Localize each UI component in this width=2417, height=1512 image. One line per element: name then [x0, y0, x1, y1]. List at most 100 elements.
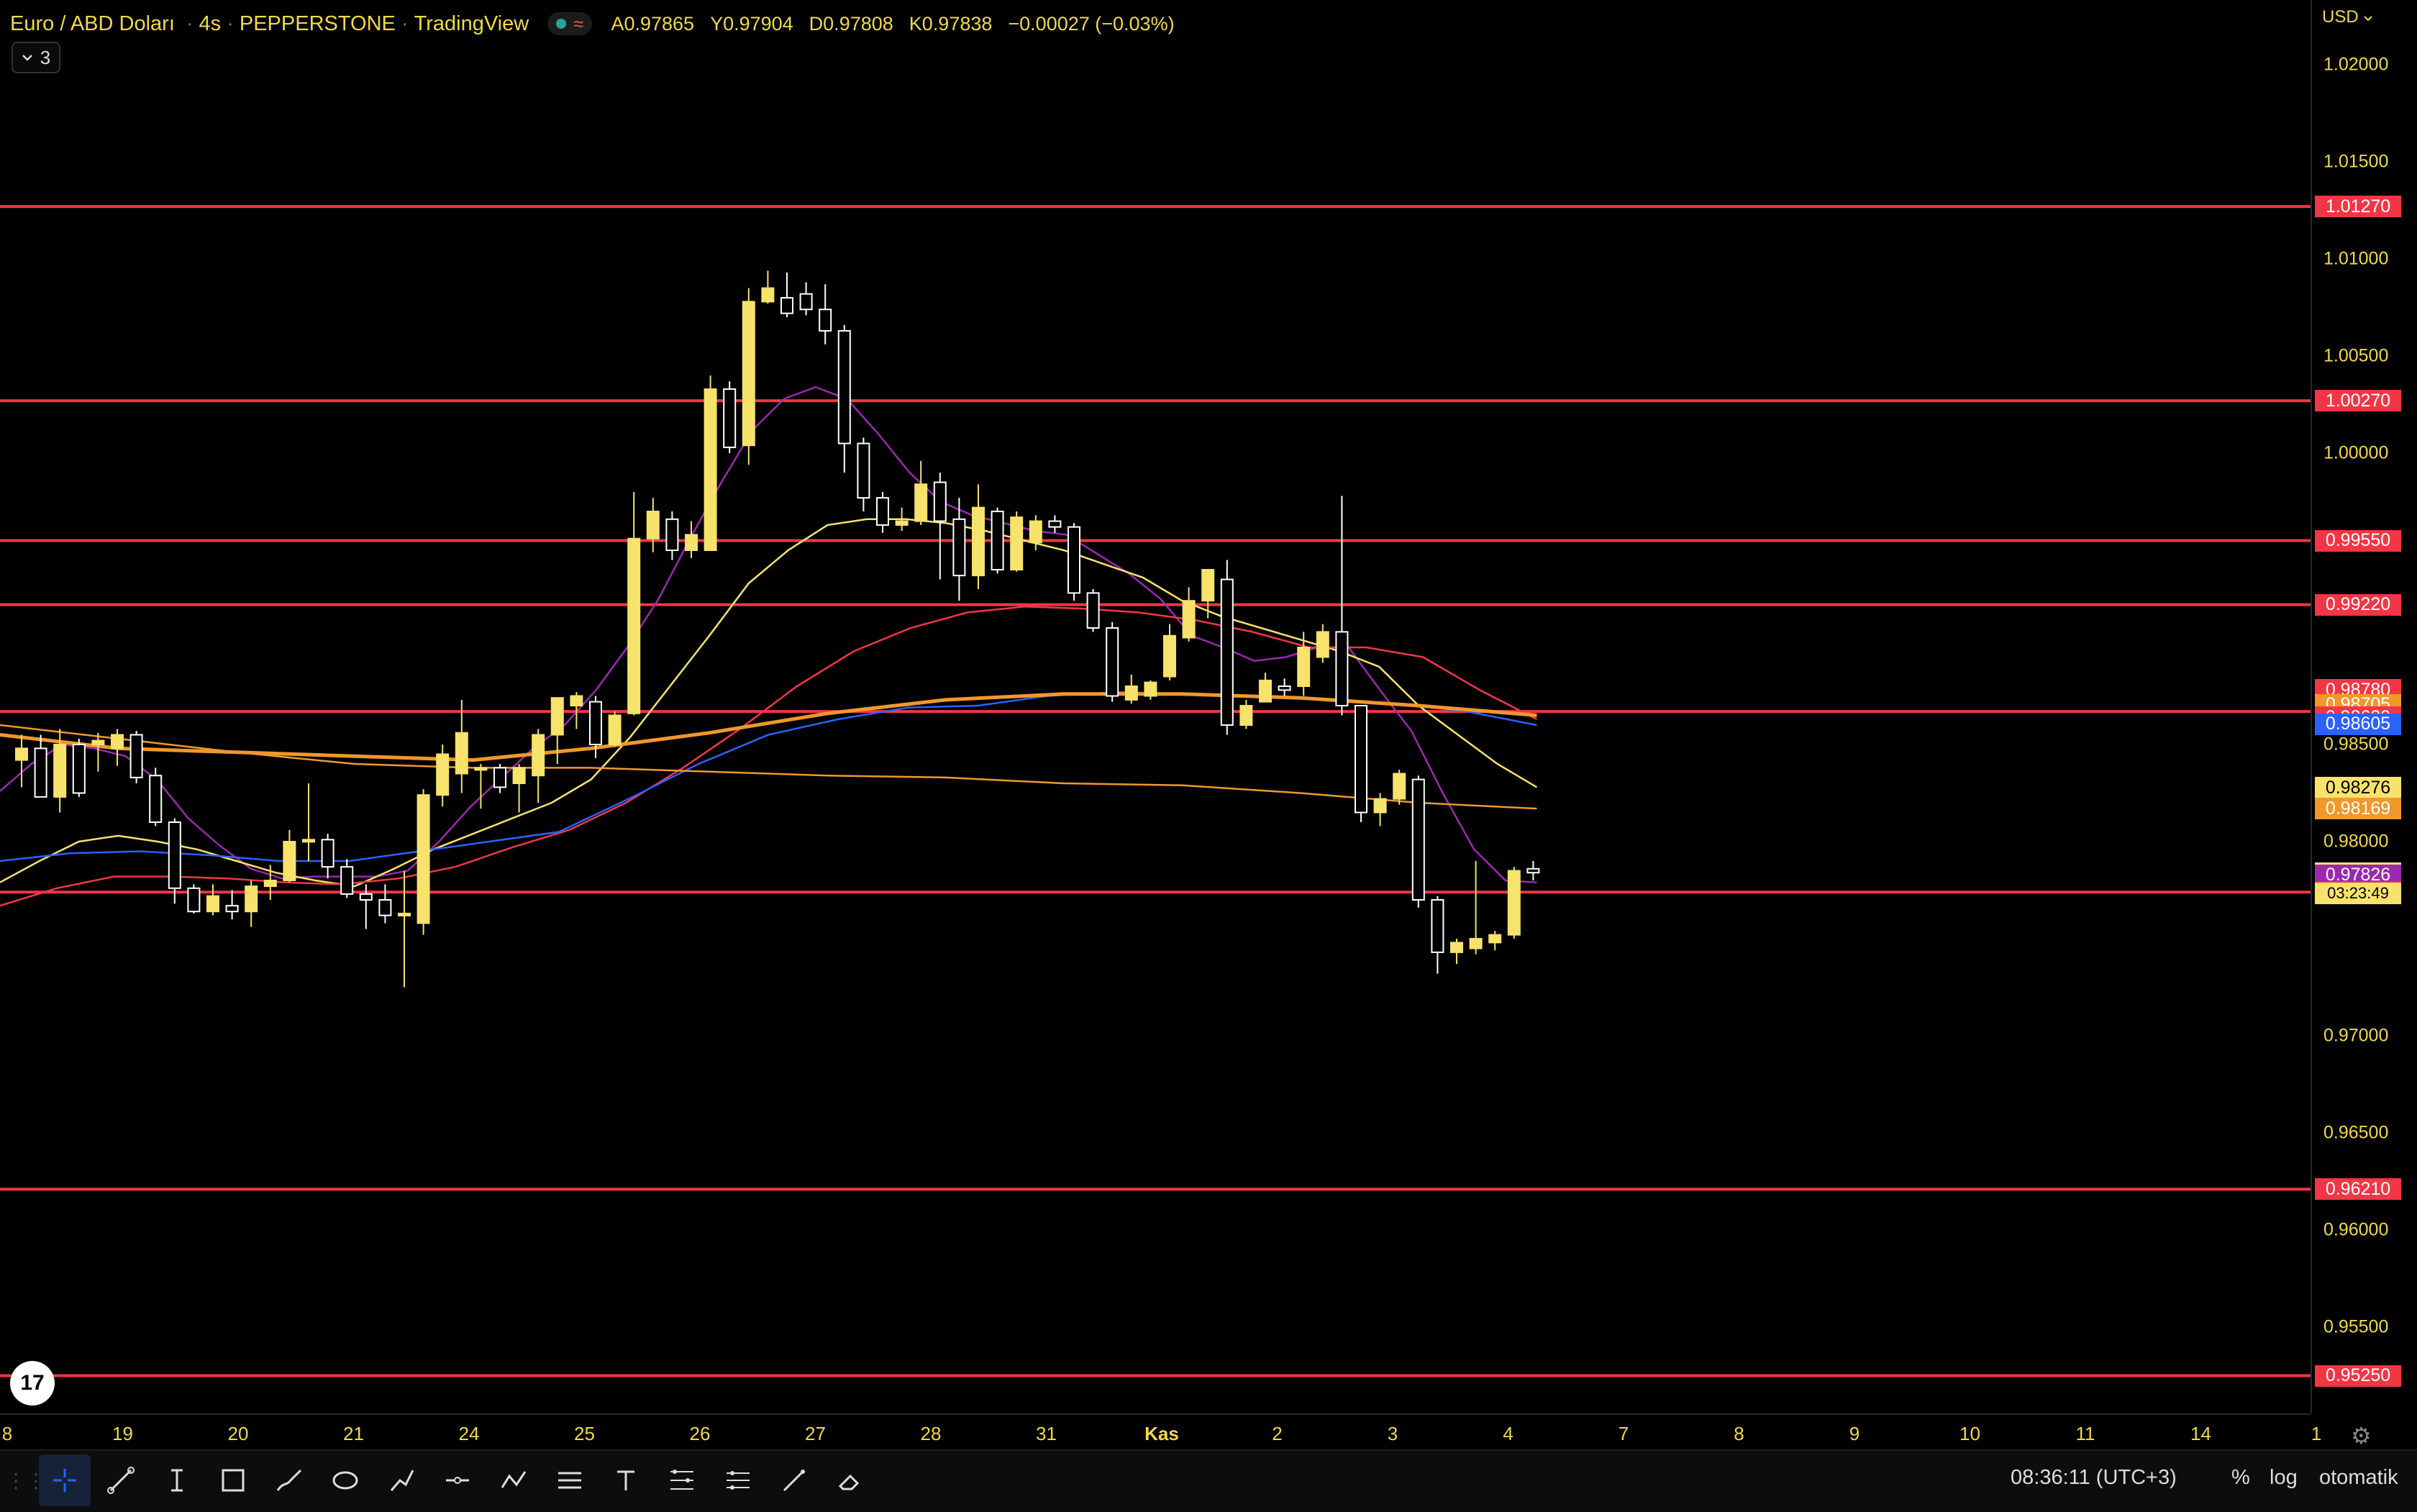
text-cursor-icon: [171, 1469, 183, 1492]
time-tick: 2: [1272, 1423, 1283, 1444]
polyline-tool[interactable]: [488, 1454, 540, 1506]
brush-icon: [276, 1469, 302, 1491]
moving-average-line: [0, 518, 1538, 888]
text-tool[interactable]: [600, 1454, 652, 1506]
candle-body: [53, 744, 67, 798]
candle-body: [72, 744, 86, 794]
candle-body: [1182, 600, 1196, 639]
candle-body: [1411, 778, 1425, 901]
time-tick: 10: [1959, 1423, 1980, 1444]
logo-text: 17: [20, 1371, 45, 1395]
countdown-label: 03:23:49: [2315, 882, 2401, 904]
chevron-down-icon: [22, 55, 32, 61]
candle-body: [34, 747, 47, 798]
chart-area[interactable]: [0, 0, 2311, 1413]
candle-body: [1144, 681, 1157, 697]
candle-body: [149, 775, 163, 823]
pitchfork-tool[interactable]: [544, 1454, 596, 1506]
market-status-pill[interactable]: ≈: [547, 12, 593, 35]
brush-tool[interactable]: [263, 1454, 315, 1506]
candle-body: [1469, 938, 1483, 949]
indicator-toggle-button[interactable]: 3: [12, 42, 60, 73]
price-label: 1.00270: [2315, 390, 2401, 412]
fib-tool[interactable]: [656, 1454, 708, 1506]
gear-icon[interactable]: ⚙: [2351, 1422, 2372, 1449]
separator: ·: [401, 12, 409, 35]
chevron-down-icon: [2364, 16, 2373, 22]
symbol-name[interactable]: Euro / ABD Doları: [10, 12, 175, 36]
candle-body: [1393, 773, 1406, 800]
interval-label[interactable]: 4s: [199, 12, 222, 36]
crosshair-tool[interactable]: [39, 1454, 91, 1506]
candle-body: [206, 895, 219, 913]
drawing-tools: ⋮⋮: [6, 1452, 876, 1509]
candle-body: [608, 714, 622, 745]
chart-header: Euro / ABD Doları · 4s · PEPPERSTONE · T…: [10, 7, 1175, 40]
candlestick-chart[interactable]: [0, 0, 2311, 1413]
rectangle-tool[interactable]: [207, 1454, 259, 1506]
price-tick: 0.98500: [2323, 734, 2389, 755]
price-tick: 1.02000: [2323, 54, 2389, 75]
candle-body: [665, 518, 679, 551]
candle-body: [91, 739, 105, 745]
price-tick: 0.97000: [2323, 1025, 2389, 1046]
percent-toggle[interactable]: %: [2231, 1466, 2250, 1490]
candle-body: [685, 534, 698, 552]
drag-handle-icon[interactable]: ⋮⋮: [6, 1466, 46, 1495]
high-value: Y0.97904: [710, 12, 793, 35]
time-tick: 14: [2190, 1423, 2211, 1444]
log-toggle[interactable]: log: [2270, 1466, 2298, 1490]
ellipse-tool[interactable]: [319, 1454, 371, 1506]
time-tick: 28: [920, 1423, 942, 1444]
time-tick: 25: [574, 1423, 595, 1444]
candle-body: [398, 912, 411, 916]
path-tool[interactable]: [375, 1454, 427, 1506]
clock[interactable]: 08:36:11 (UTC+3): [2011, 1466, 2177, 1490]
candle-body: [532, 734, 545, 777]
candle-body: [1106, 627, 1119, 697]
pen-tool[interactable]: [768, 1454, 820, 1506]
time-tick: 3: [1387, 1423, 1398, 1444]
time-tick: 11: [2075, 1423, 2095, 1444]
candle-body: [302, 839, 315, 843]
candle-body: [1507, 870, 1521, 936]
candle-body: [1335, 631, 1349, 707]
candle-body: [723, 388, 737, 448]
price-label: 0.99220: [2315, 593, 2401, 616]
candle-body: [550, 697, 564, 736]
candle-body: [991, 511, 1004, 570]
candle-body: [895, 520, 909, 526]
polyline-icon: [501, 1471, 527, 1488]
candle-body: [493, 767, 506, 788]
moving-average-line: [0, 692, 1537, 762]
candle-body: [225, 905, 239, 913]
candle-body: [837, 329, 851, 445]
candle-body: [263, 880, 277, 888]
candle-body: [321, 839, 334, 868]
cursor-tool[interactable]: [151, 1454, 203, 1506]
candle-body: [1086, 592, 1100, 629]
candle-body: [436, 753, 450, 796]
price-tick: 0.96000: [2323, 1219, 2389, 1240]
eraser-tool[interactable]: [824, 1454, 876, 1506]
change-value: −0.00027 (−0.03%): [1008, 12, 1175, 35]
gann-icon: [727, 1471, 750, 1490]
time-tick: 31: [1036, 1423, 1057, 1444]
currency-selector[interactable]: USD: [2322, 7, 2373, 27]
trend-line-tool[interactable]: [95, 1454, 147, 1506]
gann-tool[interactable]: [712, 1454, 764, 1506]
pen-icon: [783, 1470, 805, 1492]
price-label: 0.98605: [2315, 713, 2401, 735]
candle-body: [168, 821, 181, 889]
low-value: D0.97808: [809, 12, 893, 35]
indicator-count: 3: [40, 46, 51, 68]
price-label: 0.99550: [2315, 529, 2401, 552]
crosshair-icon: [53, 1469, 76, 1492]
pitchfork-icon: [558, 1472, 581, 1489]
candle-body: [1010, 516, 1024, 570]
tradingview-logo[interactable]: 17: [10, 1361, 55, 1406]
candle-body: [972, 506, 985, 577]
candle-body: [1259, 679, 1272, 703]
horizontal-ray-tool[interactable]: [432, 1454, 483, 1506]
auto-scale-toggle[interactable]: otomatik: [2319, 1466, 2398, 1490]
